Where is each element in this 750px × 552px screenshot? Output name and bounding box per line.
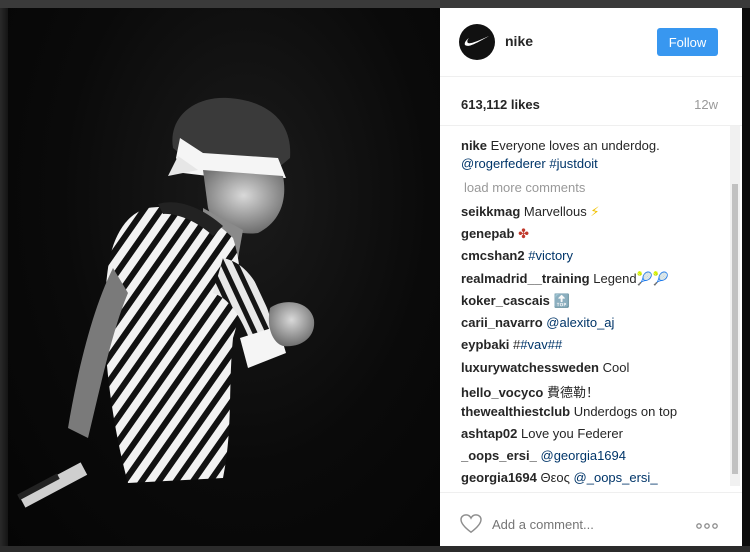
caption-line-2: @rogerfederer #justdoit [461,156,723,171]
comment-user[interactable]: cmcshan2 [461,248,525,263]
comment-text: Underdogs on top [573,404,678,419]
comment-row: ashtap02 Love you Federer [461,426,723,441]
post-username[interactable]: nike [505,33,533,49]
comment-user[interactable]: realmadrid__training [461,271,590,286]
comment-user[interactable]: ashtap02 [461,426,517,441]
comment-text: 費德勒！ [547,385,600,400]
follow-button[interactable]: Follow [657,28,718,56]
comment-row: seikkmag Marvellous ⚡ [461,204,723,220]
load-more-comments[interactable]: load more comments [464,180,726,195]
comment-tag[interactable]: @_oops_ersi_ [574,470,658,485]
comment-user[interactable]: seikkmag [461,204,520,219]
comment-row: georgia1694 Θεος @_oops_ersi_ [461,470,723,485]
comment-row: genepab ✤ [461,226,723,242]
comment-user[interactable]: koker_cascais [461,293,550,308]
comment-user[interactable]: genepab [461,226,514,241]
comment-text: Cool [602,360,630,375]
comment-user[interactable]: eypbaki [461,337,509,352]
comment-user[interactable]: thewealthiestclub [461,404,570,419]
post-stats: 613,112 likes 12w [440,77,742,126]
comment-row: _oops_ersi_ @georgia1694 [461,448,723,463]
post-time[interactable]: 12w [694,97,718,112]
backdrop-strip-top [0,0,750,8]
comment-row: eypbaki ##vav## [461,337,723,352]
caption-text: Everyone loves an underdog. [490,138,660,153]
comment-tag[interactable]: #victory [528,248,573,263]
comment-user[interactable]: hello_vocyco [461,385,543,400]
comment-text: Love you Federer [521,426,623,441]
decoration-emoji: ✤ [518,226,529,241]
caption-tag-hashtag[interactable]: #justdoit [549,156,597,171]
comment-user[interactable]: georgia1694 [461,470,537,485]
load-more-label[interactable]: load more comments [464,180,585,195]
comment-footer [440,492,742,547]
post-header: nike Follow [440,8,742,77]
heart-icon[interactable] [460,514,482,534]
scrollbar-thumb[interactable] [732,184,738,474]
nike-swoosh-icon[interactable] [459,24,495,60]
comment-row: luxurywatchessweden Cool [461,360,723,375]
post-side-panel: nike Follow 613,112 likes 12w nike Every… [440,8,742,546]
post-photo[interactable] [8,8,440,546]
add-comment-input[interactable] [492,517,672,532]
comment-row: koker_cascais 🔝 [461,293,723,309]
comment-row: thewealthiestclub Underdogs on top [461,404,723,419]
comment-row: realmadrid__training Legend🎾🎾 [461,271,723,287]
comment-text: Marvellous [523,204,587,219]
comment-user[interactable]: luxurywatchessweden [461,360,599,375]
comment-tag[interactable]: @alexito_aj [546,315,614,330]
lightning-emoji: ⚡ [590,204,600,219]
caption-tag-mention[interactable]: @rogerfederer [461,156,546,171]
comment-row: carii_navarro @alexito_aj [461,315,723,330]
more-options-icon[interactable] [696,523,718,529]
comment-tag[interactable]: @georgia1694 [541,448,626,463]
comment-user[interactable]: carii_navarro [461,315,543,330]
comments-list: nike Everyone loves an underdog. @rogerf… [440,126,732,486]
comment-text: Θεος [540,470,570,485]
tennis-emoji: 🎾🎾 [636,271,669,286]
likes-count[interactable]: 613,112 likes [461,97,540,112]
comment-row: hello_vocyco 費德勒！ [461,382,723,401]
comment-row: cmcshan2 #victory [461,248,723,263]
top-emoji: 🔝 [553,293,570,308]
comment-user[interactable]: _oops_ersi_ [461,448,537,463]
comment-text: Legend [593,271,637,286]
comment-tag[interactable]: #vav## [520,337,562,352]
photo-illustration [17,97,315,508]
caption-user[interactable]: nike [461,138,487,153]
comments-scrollbar[interactable] [730,126,740,486]
caption-line-1: nike Everyone loves an underdog. [461,138,723,153]
